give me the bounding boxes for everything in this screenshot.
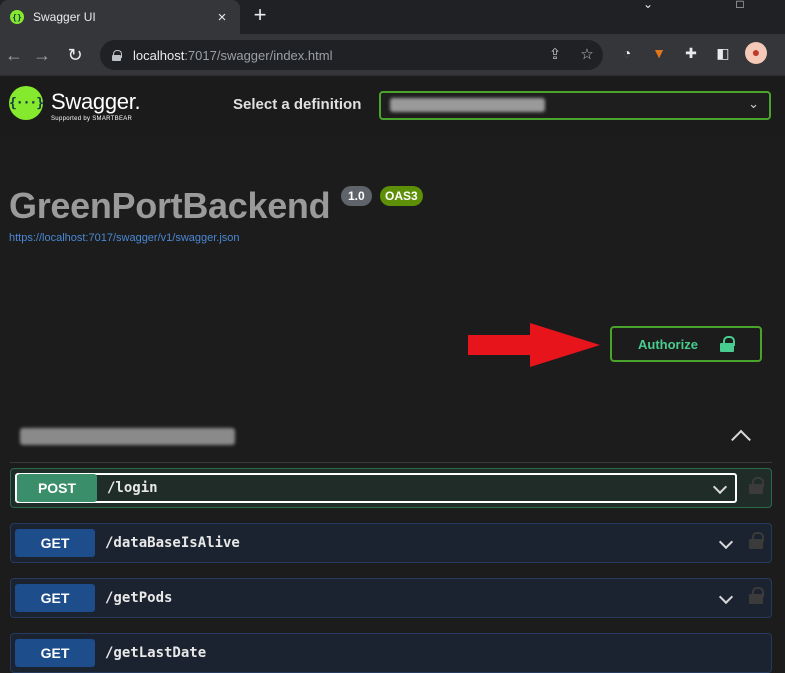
operation-path: /getLastDate xyxy=(105,645,207,661)
unlocked-lock-icon xyxy=(719,336,735,352)
opblock-post-login[interactable]: POST /login xyxy=(10,468,772,508)
operation-path: /dataBaseIsAlive xyxy=(105,535,240,551)
swagger-logo-subtext: Supported by SMARTBEAR xyxy=(51,116,133,122)
tab-close-icon[interactable]: × xyxy=(210,9,234,26)
share-icon[interactable]: ⇪ xyxy=(546,46,564,64)
reload-icon[interactable]: ↻ xyxy=(63,43,87,67)
opblock-get-database-is-alive[interactable]: GET /dataBaseIsAlive xyxy=(10,523,772,563)
forward-icon[interactable]: → xyxy=(30,43,54,67)
profile-avatar[interactable]: ● xyxy=(745,42,767,64)
opblock-summary[interactable]: POST /login xyxy=(15,473,737,503)
operation-path: /login xyxy=(107,480,158,496)
browser-tabstrip: {} Swagger UI × + ⌄ □ xyxy=(0,0,785,34)
swagger-favicon-icon: {} xyxy=(10,10,24,24)
method-badge: GET xyxy=(15,584,95,612)
opblock-summary[interactable]: GET /dataBaseIsAlive xyxy=(15,528,737,558)
swagger-topbar: {···} Swagger. Supported by SMARTBEAR Se… xyxy=(0,77,785,135)
method-badge: GET xyxy=(15,529,95,557)
lock-icon[interactable] xyxy=(749,587,764,604)
operation-path: /getPods xyxy=(105,590,173,606)
lock-icon[interactable] xyxy=(112,49,122,61)
select-definition-label: Select a definition xyxy=(233,96,362,113)
sidepanel-icon[interactable]: ◧ xyxy=(713,43,733,63)
ghostery-icon[interactable]: ◔ xyxy=(617,43,637,63)
redacted-tag-name xyxy=(20,428,235,445)
address-bar[interactable]: localhost:7017/swagger/index.html ⇪ ☆ xyxy=(100,40,603,70)
back-icon[interactable]: ← xyxy=(2,43,26,67)
definition-select[interactable]: ⌄ xyxy=(379,91,771,120)
chevron-down-icon: ⌄ xyxy=(748,96,759,111)
tag-section-header[interactable] xyxy=(10,423,772,463)
lock-icon[interactable] xyxy=(749,532,764,549)
authorize-button[interactable]: Authorize xyxy=(610,326,762,362)
browser-tab[interactable]: {} Swagger UI × xyxy=(0,0,240,34)
url-path: :7017/swagger/index.html xyxy=(184,47,333,63)
url-host: localhost xyxy=(133,47,185,63)
swagger-logo-text[interactable]: Swagger. xyxy=(51,89,141,115)
browser-toolbar: ← → ↻ localhost:7017/swagger/index.html … xyxy=(0,34,785,76)
authorize-label: Authorize xyxy=(638,336,698,352)
chevron-up-icon[interactable] xyxy=(731,429,751,450)
swagger-main: GreenPortBackend 1.0 OAS3 https://localh… xyxy=(0,135,785,673)
method-badge: POST xyxy=(17,474,97,502)
spec-url-link[interactable]: https://localhost:7017/swagger/v1/swagge… xyxy=(9,232,240,244)
chevron-down-icon[interactable] xyxy=(712,479,728,495)
red-arrow-annotation xyxy=(468,323,600,367)
swagger-logo-icon[interactable]: {···} xyxy=(9,86,44,120)
opblock-get-pods[interactable]: GET /getPods xyxy=(10,578,772,618)
puzzle-icon[interactable]: ✚ xyxy=(681,43,701,63)
lock-icon[interactable] xyxy=(749,477,764,494)
redacted-definition-value xyxy=(390,98,545,112)
oas-badge: OAS3 xyxy=(380,186,423,206)
opblock-get-last-date[interactable]: GET /getLastDate xyxy=(10,633,772,673)
opblock-summary[interactable]: GET /getPods xyxy=(15,583,737,613)
version-badge: 1.0 xyxy=(341,186,372,206)
minimize-icon[interactable]: ⌄ xyxy=(636,0,660,12)
new-tab-button[interactable]: + xyxy=(248,4,272,28)
tab-title: Swagger UI xyxy=(33,10,96,24)
restore-icon[interactable]: □ xyxy=(728,0,752,12)
method-badge: GET xyxy=(15,639,95,667)
api-title: GreenPortBackend xyxy=(9,185,331,226)
metamask-icon[interactable]: ▼ xyxy=(649,43,669,63)
star-icon[interactable]: ☆ xyxy=(578,46,596,64)
opblock-summary[interactable]: GET /getLastDate xyxy=(15,638,737,668)
